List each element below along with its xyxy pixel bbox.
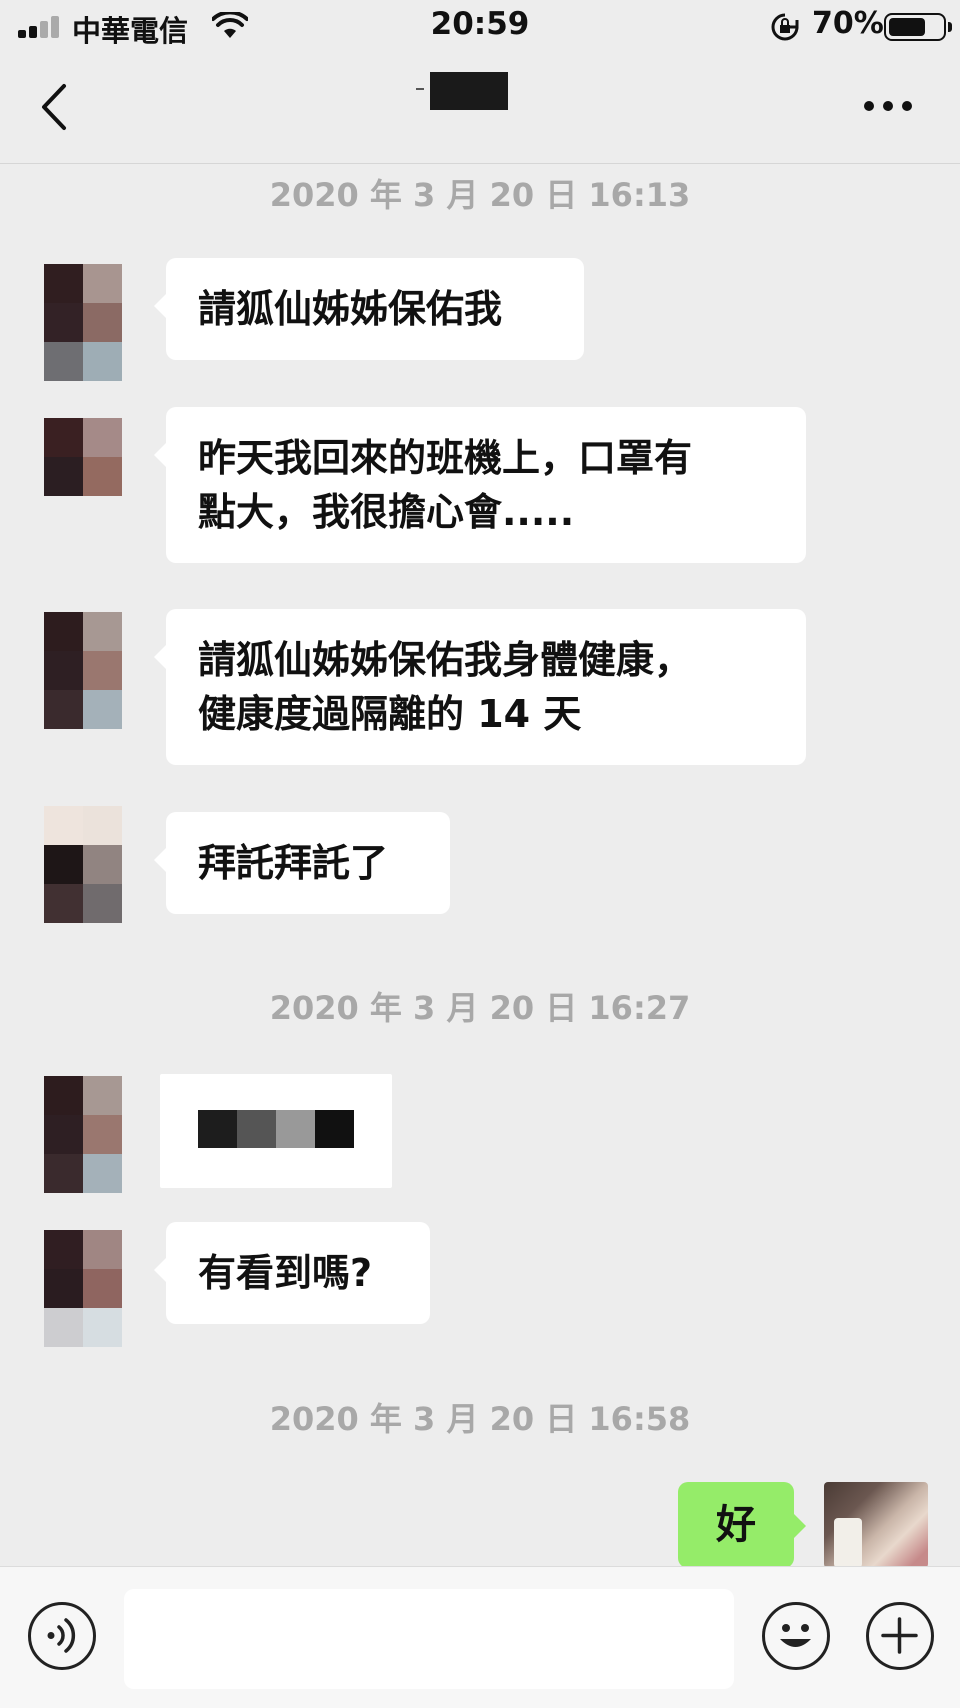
message-bubble[interactable]: 請狐仙姊姊保佑我身體健康， 健康度過隔離的 14 天 xyxy=(154,609,806,765)
message-text-line: 請狐仙姊姊保佑我身體健康， xyxy=(198,638,693,682)
battery-percent: 70% xyxy=(812,6,884,41)
my-avatar[interactable] xyxy=(824,1482,928,1568)
avatar[interactable] xyxy=(44,1076,122,1193)
message-text-line: 健康度過隔離的 14 天 xyxy=(198,692,582,736)
input-bar xyxy=(0,1566,960,1708)
message-text: 好 xyxy=(716,1502,756,1548)
emoji-icon[interactable] xyxy=(762,1602,830,1670)
chat-header xyxy=(0,52,960,164)
message-text: 拜託拜託了 xyxy=(198,841,389,885)
title-separator xyxy=(416,88,424,90)
plus-icon[interactable] xyxy=(866,1602,934,1670)
message-text-line: 昨天我回來的班機上，口罩有 xyxy=(198,436,693,480)
voice-icon[interactable] xyxy=(28,1602,96,1670)
redacted-content xyxy=(198,1110,354,1148)
message-timestamp: 2020 年 3 月 20 日 16:27 xyxy=(269,989,691,1027)
message-timestamp: 2020 年 3 月 20 日 16:58 xyxy=(269,1400,691,1438)
contact-name-redacted xyxy=(430,72,508,110)
chevron-left-icon[interactable] xyxy=(34,82,74,132)
my-message-bubble[interactable]: 好 xyxy=(678,1482,806,1568)
message-bubble[interactable]: 有看到嗎? xyxy=(154,1222,430,1324)
avatar[interactable] xyxy=(44,418,122,496)
status-bar: 中華電信 20:59 70% xyxy=(0,0,960,52)
message-timestamp: 2020 年 3 月 20 日 16:13 xyxy=(269,176,691,214)
message-bubble-redacted[interactable] xyxy=(160,1074,392,1188)
avatar[interactable] xyxy=(44,612,122,729)
message-bubble[interactable]: 請狐仙姊姊保佑我 xyxy=(154,258,584,360)
avatar[interactable] xyxy=(44,1230,122,1347)
avatar[interactable] xyxy=(44,806,122,923)
more-horizontal-icon[interactable] xyxy=(864,96,912,116)
message-text: 請狐仙姊姊保佑我 xyxy=(198,287,503,331)
message-text: 有看到嗎? xyxy=(198,1251,373,1295)
orientation-lock-icon xyxy=(771,13,799,41)
message-text-line: 點大，我很擔心會..... xyxy=(198,490,575,534)
message-input[interactable] xyxy=(124,1589,734,1689)
message-bubble[interactable]: 拜託拜託了 xyxy=(154,812,450,914)
battery-icon xyxy=(884,13,952,41)
message-bubble[interactable]: 昨天我回來的班機上，口罩有 點大，我很擔心會..... xyxy=(154,407,806,563)
avatar[interactable] xyxy=(44,264,122,381)
